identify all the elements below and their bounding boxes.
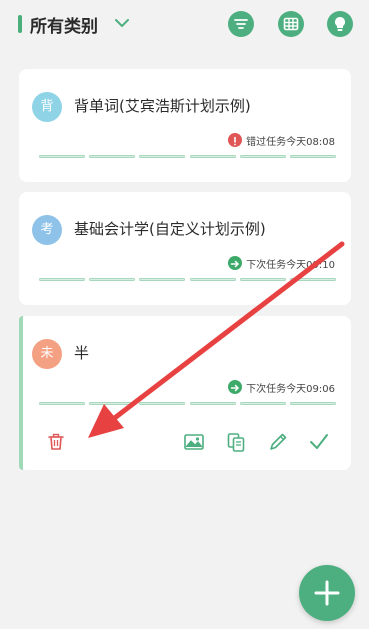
title-accent-bar: [18, 15, 22, 33]
status-text: 错过任务今天08:08: [246, 136, 335, 148]
delete-button[interactable]: [43, 429, 69, 455]
plan-avatar: 背: [32, 92, 62, 122]
tips-button[interactable]: [327, 11, 353, 37]
selected-accent-bar: [19, 316, 23, 470]
chevron-down-icon[interactable]: [113, 14, 131, 32]
complete-button[interactable]: [306, 429, 332, 455]
plan-status: 错过任务今天08:08: [228, 132, 335, 148]
filter-button[interactable]: [228, 11, 254, 37]
plus-icon: [314, 580, 340, 606]
filter-icon: [234, 19, 248, 29]
add-plan-button[interactable]: [299, 565, 355, 621]
copy-button[interactable]: [223, 429, 249, 455]
copy-icon: [227, 433, 245, 452]
grid-view-icon: [283, 17, 299, 31]
pencil-icon: [270, 433, 287, 450]
trash-icon: [48, 433, 64, 450]
plan-card-selected[interactable]: 未 半 下次任务今天09:06: [19, 316, 351, 470]
plan-title: 基础会计学(自定义计划示例): [74, 220, 266, 238]
image-icon: [184, 434, 204, 450]
plan-title: 背单词(艾宾浩斯计划示例): [74, 97, 251, 115]
progress-segments: [39, 402, 336, 405]
plan-card[interactable]: 背 背单词(艾宾浩斯计划示例) 错过任务今天08:08: [19, 69, 351, 182]
alert-icon: [228, 133, 243, 147]
progress-segments: [39, 278, 336, 281]
image-button[interactable]: [181, 429, 207, 455]
edit-button[interactable]: [265, 429, 291, 455]
category-title[interactable]: 所有类别: [30, 12, 98, 37]
status-text: 下次任务今天09:06: [246, 383, 335, 395]
progress-segments: [39, 155, 336, 158]
arrow-right-icon: [228, 256, 243, 270]
grid-view-button[interactable]: [278, 11, 304, 37]
check-icon: [310, 434, 328, 449]
lightbulb-icon: [335, 17, 345, 31]
app-header: 所有类别: [0, 0, 369, 52]
plan-title: 半: [74, 344, 90, 362]
plan-avatar: 未: [32, 339, 62, 369]
plan-avatar: 考: [32, 215, 62, 245]
arrow-right-icon: [228, 380, 243, 394]
plan-status: 下次任务今天09:10: [228, 255, 335, 271]
status-text: 下次任务今天09:10: [246, 259, 335, 271]
plan-status: 下次任务今天09:06: [228, 379, 335, 395]
plan-card[interactable]: 考 基础会计学(自定义计划示例) 下次任务今天09:10: [19, 192, 351, 305]
